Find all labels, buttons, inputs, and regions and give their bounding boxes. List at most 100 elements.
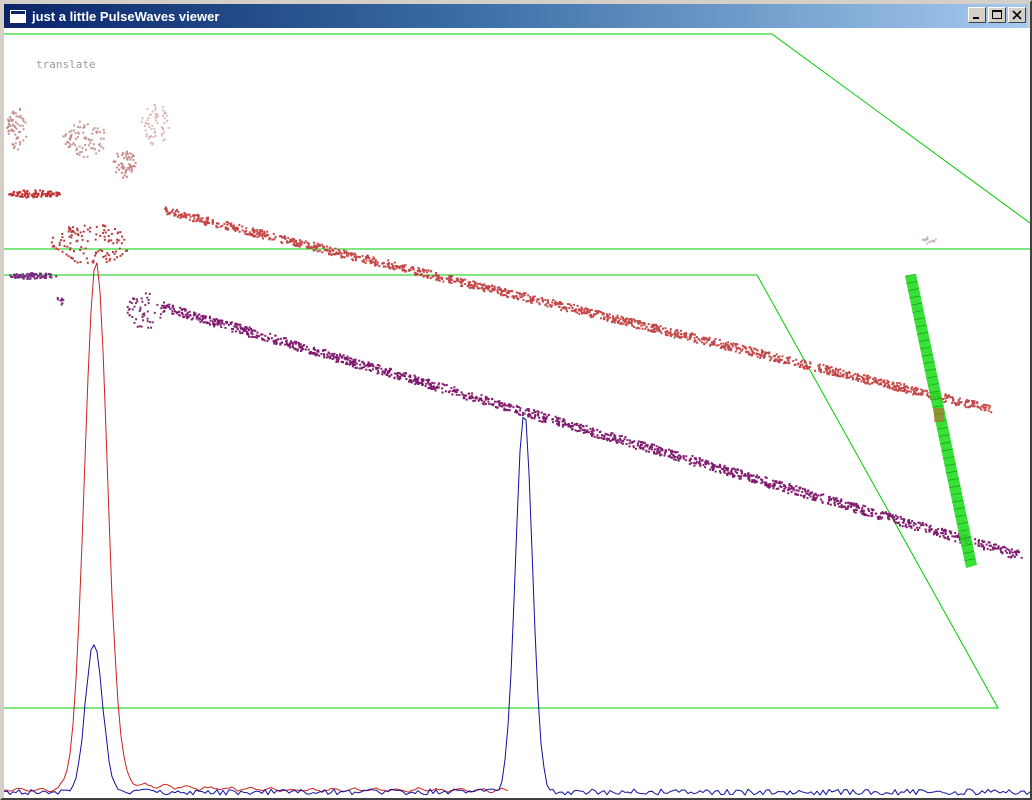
return-point — [722, 342, 725, 345]
return-point — [472, 399, 475, 402]
return-point — [768, 355, 771, 358]
return-point — [762, 354, 765, 357]
return-point — [14, 133, 17, 136]
return-point — [944, 537, 947, 540]
return-point — [990, 411, 993, 414]
return-point — [98, 142, 101, 145]
return-point — [208, 317, 211, 319]
return-point — [439, 276, 442, 279]
return-point — [717, 465, 720, 468]
return-point — [591, 427, 594, 430]
return-point — [621, 440, 624, 443]
return-point — [366, 254, 369, 257]
return-point — [640, 324, 643, 327]
return-point — [760, 478, 762, 481]
3d-viewport[interactable]: translate — [4, 28, 1030, 798]
return-point — [532, 299, 535, 302]
return-point — [161, 106, 164, 109]
return-point — [161, 132, 164, 135]
return-point — [863, 374, 865, 377]
return-point — [147, 117, 150, 119]
return-point — [474, 283, 476, 285]
return-point — [238, 230, 241, 233]
return-point — [976, 401, 979, 404]
return-point — [166, 304, 169, 307]
return-point — [883, 512, 886, 515]
return-point — [631, 323, 634, 326]
return-point — [636, 444, 639, 447]
title-bar[interactable]: just a little PulseWaves viewer — [4, 4, 1028, 28]
return-point — [293, 238, 296, 241]
return-point — [161, 304, 164, 307]
return-point — [114, 250, 117, 253]
return-point — [320, 352, 323, 355]
return-point — [604, 432, 607, 435]
return-point — [894, 386, 897, 389]
return-point — [499, 402, 502, 405]
return-point — [202, 314, 205, 317]
return-point — [116, 152, 119, 155]
return-point — [594, 310, 597, 312]
return-point — [693, 340, 696, 343]
return-point — [509, 290, 511, 293]
return-point — [912, 524, 915, 527]
return-point — [880, 379, 883, 382]
return-point — [827, 371, 830, 374]
return-point — [163, 301, 165, 304]
return-point — [342, 354, 345, 357]
return-point — [722, 345, 725, 348]
return-point — [490, 284, 493, 287]
return-point — [64, 133, 67, 136]
close-button[interactable] — [1008, 7, 1026, 23]
return-point — [39, 272, 42, 275]
return-point — [425, 269, 428, 272]
return-point — [691, 333, 694, 336]
return-point — [296, 348, 299, 351]
return-point — [756, 480, 758, 483]
return-point — [764, 484, 767, 486]
return-point — [327, 355, 330, 358]
return-point — [422, 270, 425, 273]
return-point — [983, 407, 986, 409]
point-cloud-scene[interactable] — [4, 28, 1030, 798]
return-point — [258, 234, 261, 237]
return-point — [425, 275, 428, 278]
return-point — [552, 299, 555, 301]
return-point — [558, 417, 561, 420]
minimize-button[interactable] — [968, 7, 986, 23]
return-point — [482, 283, 485, 286]
return-point — [971, 403, 974, 406]
return-point — [818, 366, 821, 368]
return-point — [130, 156, 133, 159]
return-point — [563, 423, 566, 426]
return-point — [141, 117, 144, 120]
app-window-icon[interactable] — [10, 9, 26, 23]
return-point — [134, 162, 137, 164]
return-point — [217, 323, 220, 326]
return-point — [73, 260, 76, 263]
return-point — [830, 498, 832, 501]
return-point — [102, 128, 105, 131]
return-point — [903, 390, 906, 393]
return-point — [472, 285, 475, 287]
return-point — [453, 386, 456, 389]
return-point — [26, 277, 29, 280]
return-point — [76, 147, 78, 150]
return-point — [81, 147, 84, 150]
return-point — [415, 381, 418, 384]
return-point — [797, 363, 800, 366]
maximize-button[interactable] — [988, 7, 1006, 23]
return-point — [79, 126, 82, 129]
return-point — [102, 231, 105, 234]
return-point — [1002, 546, 1005, 549]
return-point — [392, 265, 394, 268]
return-point — [773, 355, 776, 358]
return-point — [877, 518, 880, 521]
return-point — [396, 375, 399, 377]
return-point — [181, 313, 184, 316]
return-point — [129, 164, 132, 167]
return-point — [135, 318, 138, 321]
return-point — [150, 128, 153, 131]
return-point — [352, 359, 355, 362]
return-point — [21, 124, 24, 127]
